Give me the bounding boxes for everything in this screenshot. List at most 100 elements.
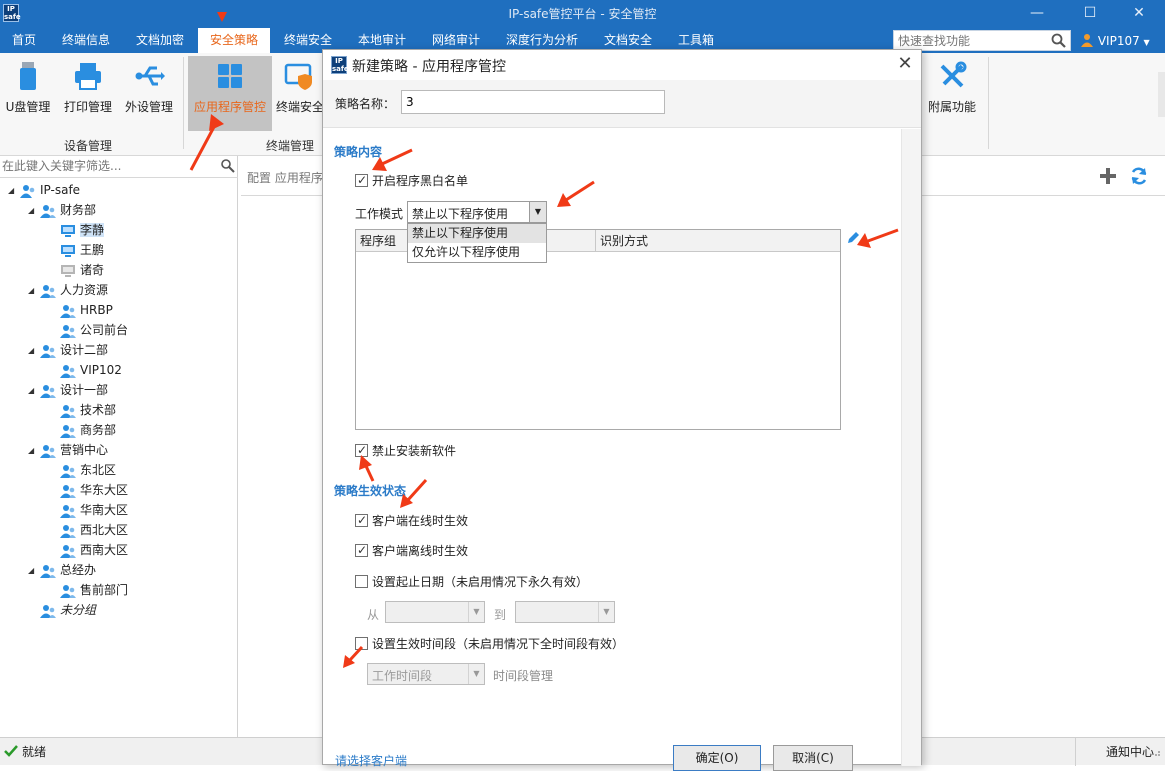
search-icon[interactable] <box>220 158 236 174</box>
device-group-label: 设备管理 <box>64 139 113 153</box>
enable-blacklist-label: 开启程序黑白名单 <box>372 174 469 188</box>
new-policy-dialog: IP safe 新建策略 - 应用程序管控 ✕ 策略名称： 策略内容 开启程序黑… <box>322 49 922 771</box>
user-menu[interactable]: VIP107 ▼ <box>1080 31 1150 51</box>
set-time-checkbox[interactable]: 设置生效时间段（未启用情况下全时间段有效） <box>355 635 624 653</box>
ban-install-checkbox[interactable]: 禁止安装新软件 <box>355 441 457 460</box>
tree-group-node[interactable]: ◢ 设计一部 <box>28 380 108 400</box>
select-client-link[interactable]: 请选择客户端 <box>335 752 407 769</box>
ban-install-label: 禁止安装新软件 <box>372 444 457 458</box>
column-identify-method[interactable]: 识别方式 <box>596 230 840 252</box>
checkbox-unchecked[interactable] <box>355 575 368 588</box>
tree-group-node[interactable]: 华南大区 <box>48 500 128 520</box>
menu-doc-encryption[interactable]: 文档加密 <box>124 28 196 53</box>
terminal-security-button[interactable]: 终端安全 <box>276 56 322 131</box>
policy-name-input[interactable] <box>401 90 665 114</box>
pencil-icon[interactable] <box>845 230 861 246</box>
online-effective-checkbox[interactable]: 客户端在线时生效 <box>355 511 468 530</box>
checkbox-checked[interactable] <box>355 171 368 189</box>
computer-icon <box>60 224 76 238</box>
tree-group-node[interactable]: ◢ 营销中心 <box>28 440 108 460</box>
tree-group-node[interactable]: 华东大区 <box>48 480 128 500</box>
tree-group-node[interactable]: ◢ 财务部 <box>28 200 96 220</box>
print-manage-button[interactable]: 打印管理 <box>58 56 118 131</box>
tree-group-node[interactable]: ◢ 人力资源 <box>28 280 108 300</box>
group-icon <box>40 604 56 618</box>
scrollbar[interactable] <box>1158 72 1165 117</box>
tree-node-label: 李静 <box>80 223 105 237</box>
tree-group-node[interactable]: 公司前台 <box>48 320 128 340</box>
set-date-checkbox[interactable]: 设置起止日期（未启用情况下永久有效） <box>355 573 588 591</box>
menu-terminal-info[interactable]: 终端信息 <box>50 28 122 53</box>
date-from-select[interactable]: ▼ <box>385 601 485 623</box>
work-mode-select[interactable]: 禁止以下程序使用 ▼ <box>407 201 547 223</box>
date-to-select[interactable]: ▼ <box>515 601 615 623</box>
tree-group-node[interactable]: ◢ 总经办 <box>28 560 96 580</box>
tree-group-node[interactable]: HRBP <box>48 300 113 320</box>
expand-toggle-icon[interactable]: ◢ <box>28 201 40 221</box>
extra-function-button[interactable]: 附属功能 <box>924 56 980 131</box>
expand-toggle-icon[interactable]: ◢ <box>28 281 40 301</box>
tree-node-label: 商务部 <box>80 423 117 437</box>
time-segment-manage-link[interactable]: 时间段管理 <box>493 667 553 684</box>
expand-toggle-icon[interactable]: ◢ <box>28 561 40 581</box>
expand-toggle-icon[interactable]: ◢ <box>28 341 40 361</box>
offline-effective-checkbox[interactable]: 客户端离线时生效 <box>355 541 468 560</box>
tree-filter-input[interactable] <box>0 156 214 176</box>
dialog-close-icon[interactable]: ✕ <box>895 54 915 74</box>
policy-name-row: 策略名称： <box>323 80 921 128</box>
computer-offline-icon <box>60 264 76 278</box>
tree-group-node[interactable]: 西北大区 <box>48 520 128 540</box>
tree-group-node[interactable]: 西南大区 <box>48 540 128 560</box>
status-divider <box>1075 738 1076 766</box>
close-icon[interactable]: ✕ <box>1128 3 1150 23</box>
group-icon <box>40 284 56 298</box>
group-icon <box>60 504 76 518</box>
tree-group-node[interactable]: 东北区 <box>48 460 116 480</box>
search-input[interactable] <box>894 31 1044 50</box>
menu-home[interactable]: 首页 <box>0 28 48 53</box>
tree-node-label: 公司前台 <box>80 323 129 337</box>
tree-node-label: 设计一部 <box>60 383 109 397</box>
checkbox-checked[interactable] <box>355 541 368 559</box>
usb-manage-button[interactable]: U盘管理 <box>0 56 56 131</box>
tree-group-node[interactable]: 售前部门 <box>48 580 128 600</box>
app-control-button[interactable]: 应用程序管控 <box>188 56 272 131</box>
tree-group-node[interactable]: ◢ 设计二部 <box>28 340 108 360</box>
group-icon <box>60 404 76 418</box>
tree-group-node[interactable]: 未分组 <box>28 600 96 620</box>
monitor-shield-icon <box>284 63 312 90</box>
checkbox-unchecked[interactable] <box>355 637 368 650</box>
expand-toggle-icon[interactable]: ◢ <box>8 181 20 201</box>
tree-terminal-node[interactable]: 李静 <box>48 220 105 240</box>
chevron-down-icon[interactable]: ▼ <box>529 202 546 222</box>
tree-group-node[interactable]: VIP102 <box>48 360 122 380</box>
cancel-button[interactable]: 取消(C) <box>773 745 853 771</box>
ok-button[interactable]: 确定(O) <box>673 745 761 771</box>
tree-terminal-node[interactable]: 诸奇 <box>48 260 104 280</box>
expand-toggle-icon[interactable]: ◢ <box>28 381 40 401</box>
tree-group-node[interactable]: ◢ IP-safe <box>8 180 80 200</box>
tree-group-node[interactable]: 技术部 <box>48 400 116 420</box>
enable-blacklist-checkbox[interactable]: 开启程序黑白名单 <box>355 171 469 190</box>
refresh-icon[interactable] <box>1129 166 1149 186</box>
resize-grip-icon[interactable] <box>1150 742 1162 758</box>
mode-option-allow[interactable]: 仅允许以下程序使用 <box>408 243 546 262</box>
search-icon[interactable] <box>1050 32 1068 50</box>
maximize-icon[interactable]: ☐ <box>1079 3 1101 23</box>
time-segment-select[interactable]: 工作时间段 ▼ <box>367 663 485 685</box>
usb-symbol-icon <box>135 66 165 86</box>
tree-terminal-node[interactable]: 王鹏 <box>48 240 104 260</box>
tree-group-node[interactable]: 商务部 <box>48 420 116 440</box>
terminal-group-label: 终端管理 <box>266 139 315 153</box>
notification-center[interactable]: 通知中心 <box>1106 743 1154 760</box>
menu-security-policy[interactable]: 安全策略 <box>198 28 271 53</box>
minimize-icon[interactable]: — <box>1026 3 1048 23</box>
group-icon <box>40 344 56 358</box>
add-icon[interactable] <box>1098 166 1118 186</box>
dialog-scrollbar[interactable] <box>901 129 921 766</box>
peripheral-manage-button[interactable]: 外设管理 <box>120 56 178 131</box>
checkbox-checked[interactable] <box>355 511 368 529</box>
mode-option-block[interactable]: 禁止以下程序使用 <box>408 224 546 243</box>
expand-toggle-icon[interactable]: ◢ <box>28 441 40 461</box>
checkbox-checked[interactable] <box>355 441 368 459</box>
